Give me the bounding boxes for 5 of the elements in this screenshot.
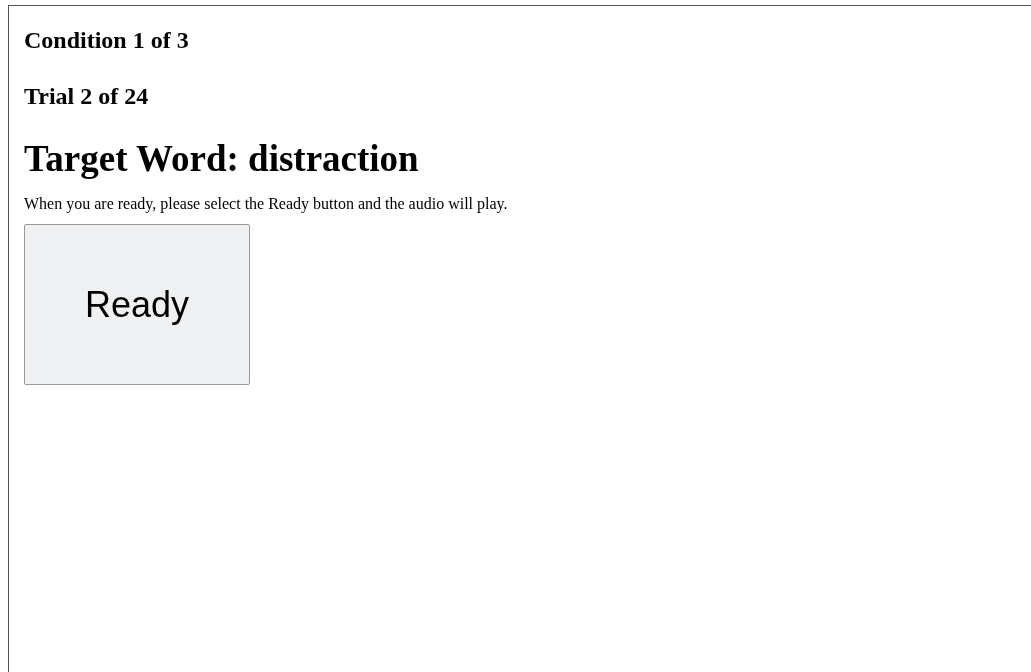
trial-heading: Trial 2 of 24	[24, 82, 150, 110]
condition-heading: Condition 1 of 3	[24, 26, 190, 54]
ready-button[interactable]: Ready	[24, 224, 250, 385]
instructions-text: When you are ready, please select the Ready button and the audio will play.	[24, 194, 509, 214]
target-word-heading: Target Word: distraction	[24, 138, 420, 180]
